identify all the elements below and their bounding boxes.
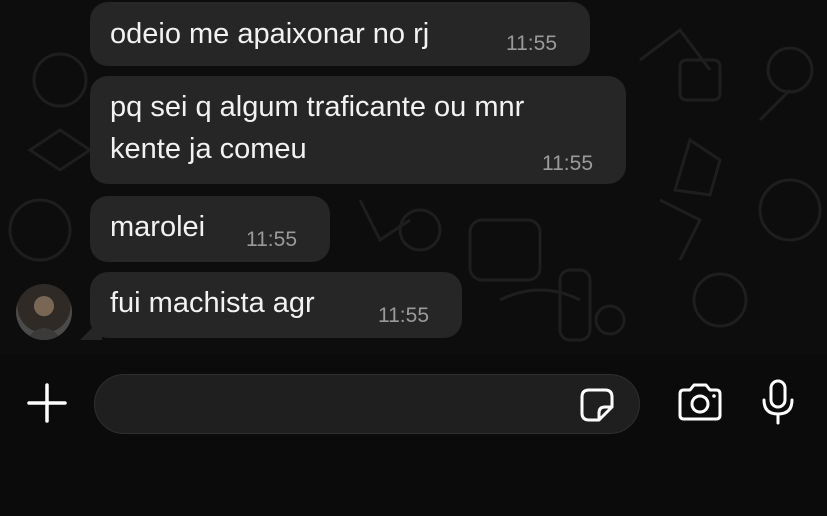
- composer-bar: [0, 354, 827, 516]
- avatar[interactable]: [16, 284, 72, 340]
- avatar-image: [26, 296, 62, 340]
- message-text: odeio me apaixonar no rj: [110, 18, 430, 50]
- message-time: 11:55: [542, 152, 593, 175]
- message-bubble[interactable]: odeio me apaixonar no rj 11:55: [90, 2, 590, 66]
- message-time: 11:55: [506, 32, 557, 55]
- message-text: marolei: [110, 211, 206, 243]
- message-text: pq sei q algum traficante ou mnr kente j…: [110, 91, 525, 165]
- camera-icon[interactable]: [676, 382, 724, 422]
- message-time: 11:55: [246, 228, 297, 251]
- chat-area: odeio me apaixonar no rj 11:55 pq sei q …: [0, 0, 827, 354]
- microphone-icon[interactable]: [760, 378, 796, 426]
- message-input[interactable]: [94, 374, 640, 434]
- message-bubble[interactable]: fui machista agr 11:55: [90, 272, 462, 338]
- message-time: 11:55: [378, 304, 429, 327]
- plus-icon[interactable]: [26, 382, 68, 424]
- message-bubble[interactable]: marolei 11:55: [90, 196, 330, 262]
- sticker-icon[interactable]: [579, 387, 615, 423]
- message-text: fui machista agr: [110, 287, 315, 319]
- message-bubble[interactable]: pq sei q algum traficante ou mnr kente j…: [90, 76, 626, 184]
